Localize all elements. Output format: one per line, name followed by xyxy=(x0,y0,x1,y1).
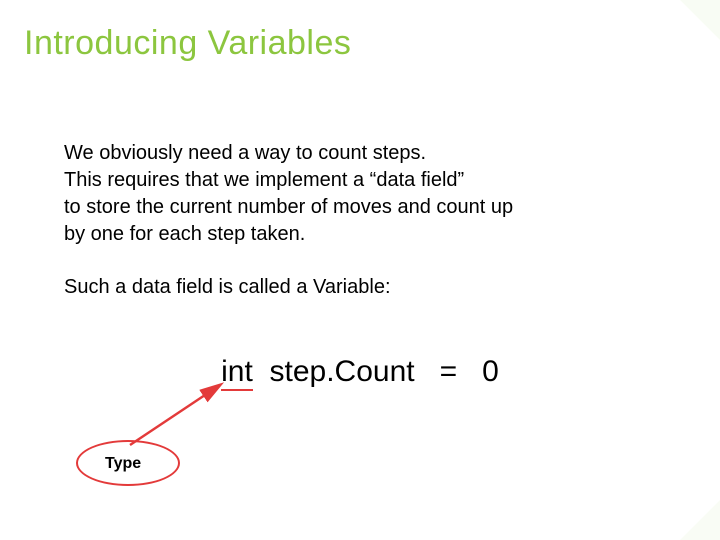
slide: Introducing Variables We obviously need … xyxy=(0,0,720,540)
slide-title: Introducing Variables xyxy=(24,24,351,63)
variable-declaration: int step.Count = 0 xyxy=(0,355,720,389)
declaration-name: step.Count xyxy=(270,355,415,388)
paragraph-1: We obviously need a way to count steps. … xyxy=(64,140,670,248)
decorative-triangle xyxy=(460,440,720,540)
annotation-label-type: Type xyxy=(105,455,141,473)
body-text: We obviously need a way to count steps. … xyxy=(64,140,670,327)
declaration-equals: = xyxy=(440,355,458,388)
paragraph-2: Such a data field is called a Variable: xyxy=(64,274,670,301)
decorative-triangle xyxy=(520,0,720,80)
declaration-value: 0 xyxy=(482,355,499,388)
